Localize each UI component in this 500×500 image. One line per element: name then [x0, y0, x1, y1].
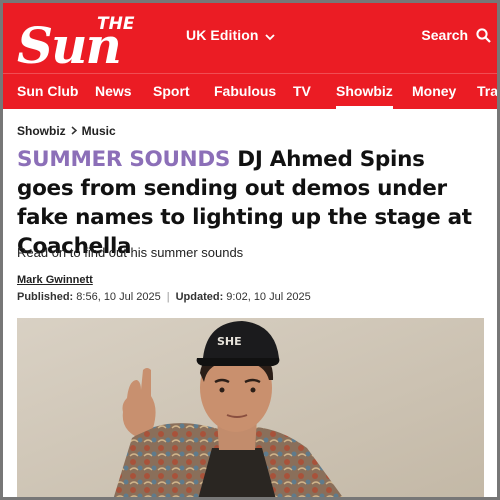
nav-item-money[interactable]: Money — [412, 74, 456, 109]
nav-item-sun-club[interactable]: Sun Club — [17, 74, 78, 109]
breadcrumb: Showbiz Music — [17, 124, 116, 138]
article-standfirst: Read on to find out his summer sounds — [17, 245, 244, 260]
svg-text:Sun: Sun — [17, 16, 120, 69]
updated-label: Updated: — [175, 291, 224, 303]
breadcrumb-music[interactable]: Music — [82, 124, 116, 138]
published-label: Published: — [17, 291, 74, 303]
dj-portrait-photo: SHE — [17, 318, 484, 497]
main-nav: Sun Club News Sport Fabulous TV Showbiz … — [3, 73, 497, 109]
chevron-right-icon — [71, 124, 77, 138]
article-dates: Published: 8:56, 10 Jul 2025 | Updated: 9:… — [17, 291, 311, 303]
search-icon — [472, 27, 491, 43]
masthead: THE Sun UK Edition Search — [3, 3, 497, 73]
sun-logo[interactable]: THE Sun — [15, 9, 177, 69]
edition-label: UK Edition — [186, 27, 259, 43]
search-button[interactable]: Search — [421, 27, 491, 43]
chevron-down-icon — [264, 28, 275, 44]
nav-item-tv[interactable]: TV — [293, 74, 311, 109]
author-link[interactable]: Mark Gwinnett — [17, 274, 93, 286]
nav-item-sport[interactable]: Sport — [153, 74, 190, 109]
hero-image[interactable]: SHE — [17, 318, 484, 497]
published-date: 8:56, 10 Jul 2025 — [76, 291, 161, 303]
breadcrumb-showbiz[interactable]: Showbiz — [17, 124, 66, 138]
updated-date: 9:02, 10 Jul 2025 — [226, 291, 311, 303]
nav-item-news[interactable]: News — [95, 74, 132, 109]
search-label: Search — [421, 27, 469, 43]
cap-text: SHE — [217, 335, 242, 348]
article-headline: SUMMER SOUNDS DJ Ahmed Spins goes from s… — [17, 145, 487, 261]
nav-item-travel[interactable]: Tra — [477, 74, 497, 109]
nav-item-showbiz[interactable]: Showbiz — [336, 74, 393, 109]
nav-item-fabulous[interactable]: Fabulous — [214, 74, 276, 109]
edition-selector[interactable]: UK Edition — [186, 27, 275, 44]
headline-kicker: SUMMER SOUNDS — [17, 147, 231, 172]
date-divider: | — [166, 291, 170, 303]
page: THE Sun UK Edition Search Sun Club News … — [3, 3, 497, 497]
